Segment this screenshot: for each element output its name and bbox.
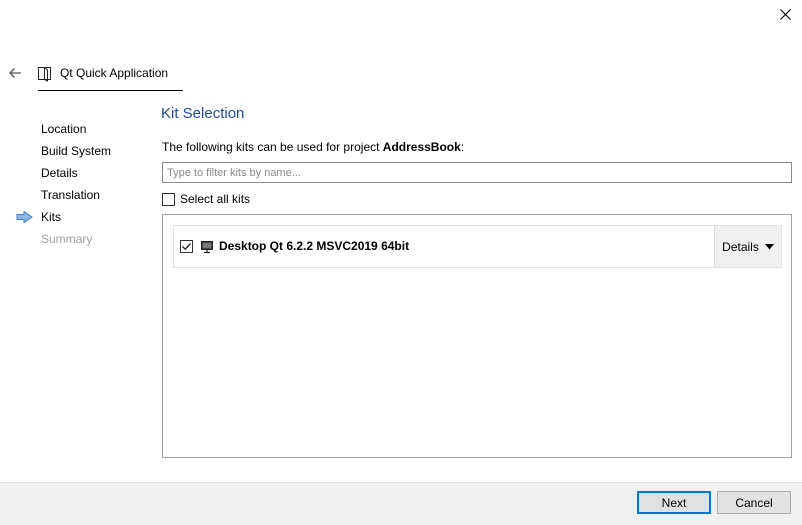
step-label: Location xyxy=(41,122,87,136)
wizard-title: Qt Quick Application xyxy=(60,66,169,80)
kit-details-button[interactable]: Details xyxy=(714,226,781,267)
cancel-label: Cancel xyxy=(735,495,773,510)
header-underline xyxy=(38,90,183,91)
kits-description: The following kits can be used for proje… xyxy=(162,140,464,154)
kit-name: Desktop Qt 6.2.2 MSVC2019 64bit xyxy=(219,239,410,253)
step-details: Details xyxy=(0,162,150,184)
step-label: Translation xyxy=(41,188,100,202)
monitor-icon xyxy=(200,240,214,254)
select-all-label: Select all kits xyxy=(180,192,251,206)
checkbox-checked-icon xyxy=(180,240,193,253)
document-icon xyxy=(37,66,53,82)
wizard-steps: Location Build System Details Translatio… xyxy=(0,118,150,250)
description-prefix: The following kits can be used for proje… xyxy=(162,140,383,154)
page-title: Kit Selection xyxy=(161,105,245,122)
select-all-checkbox[interactable] xyxy=(162,192,175,206)
next-button[interactable]: Next xyxy=(637,491,711,514)
step-label: Summary xyxy=(41,232,93,246)
details-label: Details xyxy=(722,239,759,254)
step-location: Location xyxy=(0,118,150,140)
dropdown-arrow-icon xyxy=(764,243,774,249)
step-build-system: Build System xyxy=(0,140,150,162)
next-label: Next xyxy=(661,495,687,510)
current-step-arrow-icon xyxy=(16,211,33,223)
step-label: Build System xyxy=(41,144,112,158)
kit-filter-input[interactable] xyxy=(162,162,792,183)
step-label: Details xyxy=(41,166,78,180)
project-name: AddressBook xyxy=(382,140,461,154)
kits-list: Desktop Qt 6.2.2 MSVC2019 64bit Details xyxy=(162,214,792,458)
step-kits: Kits xyxy=(0,206,150,228)
close-icon xyxy=(780,9,791,20)
step-label: Kits xyxy=(41,210,62,224)
select-all-row[interactable]: Select all kits xyxy=(162,191,250,207)
step-summary: Summary xyxy=(0,228,150,250)
description-suffix: : xyxy=(460,140,465,154)
back-arrow-icon xyxy=(9,68,21,78)
close-button[interactable] xyxy=(768,0,802,30)
kit-row: Desktop Qt 6.2.2 MSVC2019 64bit Details xyxy=(173,225,782,268)
back-button[interactable] xyxy=(6,64,26,82)
step-translation: Translation xyxy=(0,184,150,206)
cancel-button[interactable]: Cancel xyxy=(717,491,791,514)
